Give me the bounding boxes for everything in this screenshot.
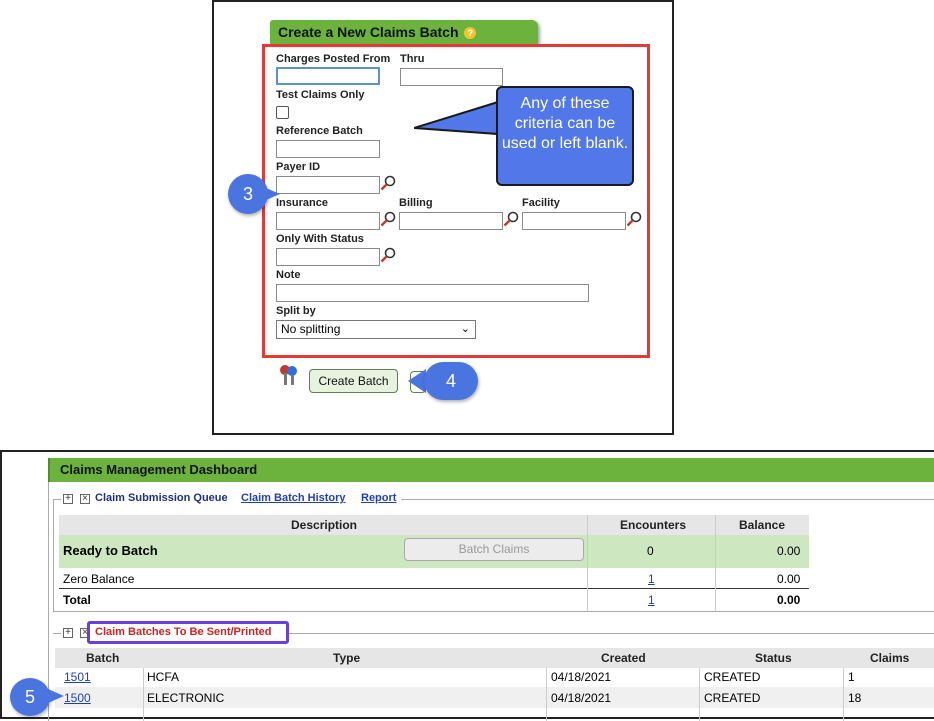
billing-label: Billing	[399, 197, 433, 209]
batch-claims-button-label: Batch Claims	[458, 542, 530, 556]
claim-batch-history-link[interactable]: Claim Batch History	[241, 492, 346, 504]
reference-batch-input[interactable]	[276, 140, 380, 158]
batch-1501-type: HCFA	[147, 670, 180, 684]
close-queue-icon[interactable]: ×	[80, 494, 90, 504]
batches-header-row	[55, 648, 934, 668]
create-batch-button-label: Create Batch	[318, 374, 389, 388]
facility-input[interactable]	[522, 212, 626, 230]
ready-encounters: 0	[647, 544, 654, 558]
test-claims-only-checkbox[interactable]	[276, 106, 289, 119]
queue-col-divider-2	[715, 515, 716, 611]
create-batch-title: Create a New Claims Batch ?	[270, 20, 538, 44]
callout-pointer	[414, 100, 500, 136]
dashboard-title-text: Claims Management Dashboard	[60, 462, 258, 477]
ready-balance: 0.00	[777, 544, 801, 558]
billing-input[interactable]	[399, 212, 503, 230]
help-icon[interactable]: ?	[464, 27, 477, 40]
batches-header-type: Type	[333, 651, 361, 665]
batch-1501-created: 04/18/2021	[551, 670, 612, 684]
payer-id-search-icon[interactable]	[380, 175, 396, 191]
step-badge-5-text: 5	[24, 687, 35, 707]
step-badge-4-text: 4	[445, 371, 456, 391]
batches-header-status: Status	[755, 651, 792, 665]
chevron-down-icon: ⌄	[460, 323, 470, 335]
charges-posted-from-input[interactable]	[276, 67, 380, 85]
only-with-status-label: Only With Status	[276, 233, 364, 245]
step-badge-3: 3	[228, 174, 268, 214]
facility-label: Facility	[522, 197, 560, 209]
thru-input[interactable]	[400, 68, 503, 86]
queue-header-row	[59, 515, 809, 535]
payer-id-input[interactable]	[276, 176, 380, 194]
note-input[interactable]	[276, 284, 589, 302]
total-balance: 0.00	[777, 593, 801, 607]
step-badge-5: 5	[10, 678, 50, 716]
batch-1500-created: 04/18/2021	[551, 691, 612, 705]
queue-col-divider-1	[587, 515, 588, 611]
batches-col-divider-4	[843, 668, 844, 721]
keys-icon	[280, 365, 297, 385]
batches-header-created: Created	[601, 651, 646, 665]
split-by-select[interactable]: No splitting ⌄	[276, 320, 476, 339]
create-batch-title-text: Create a New Claims Batch	[278, 24, 459, 40]
batches-fieldset-right	[289, 633, 934, 634]
batches-col-divider-1	[143, 668, 144, 721]
create-batch-panel: Create a New Claims Batch ? Charges Post…	[212, 0, 674, 435]
step-badge-3-text: 3	[242, 184, 253, 204]
split-by-label: Split by	[276, 305, 316, 317]
badge-5-pointer	[48, 689, 64, 703]
queue-header-encounters: Encounters	[620, 518, 687, 532]
test-claims-only-label: Test Claims Only	[276, 89, 365, 101]
queue-header-balance: Balance	[739, 518, 786, 532]
batch-1500-type: ELECTRONIC	[147, 691, 225, 705]
payer-id-label: Payer ID	[276, 161, 321, 173]
insurance-label: Insurance	[276, 197, 328, 209]
batches-header-claims: Claims	[870, 651, 910, 665]
report-link[interactable]: Report	[361, 492, 396, 504]
batches-header-batch: Batch	[86, 651, 120, 665]
charges-posted-from-label: Charges Posted From	[276, 53, 391, 65]
ready-to-batch-label: Ready to Batch	[63, 543, 158, 558]
insurance-search-icon[interactable]	[380, 211, 396, 227]
zero-balance-balance: 0.00	[777, 572, 801, 586]
split-by-selected: No splitting	[281, 322, 341, 336]
total-label: Total	[63, 593, 91, 607]
create-batch-button[interactable]: Create Batch	[309, 369, 398, 393]
step-badge-4: 4	[424, 362, 478, 400]
batches-col-divider-2	[546, 668, 547, 721]
expand-batches-icon[interactable]: +	[63, 628, 73, 638]
thru-label: Thru	[400, 53, 425, 65]
batches-col-divider-3	[699, 668, 700, 721]
only-with-status-input[interactable]	[276, 248, 380, 266]
criteria-callout: Any of these criteria can be used or lef…	[496, 86, 634, 186]
batches-title: Claim Batches To Be Sent/Printed	[95, 626, 272, 638]
reference-batch-label: Reference Batch	[276, 125, 363, 137]
insurance-input[interactable]	[276, 212, 380, 230]
note-label: Note	[276, 269, 301, 281]
expand-queue-icon[interactable]: +	[63, 494, 73, 504]
total-divider	[59, 588, 809, 589]
batch-1501-claims: 1	[848, 670, 855, 684]
batch-claims-button[interactable]: Batch Claims	[404, 538, 584, 561]
facility-search-icon[interactable]	[626, 211, 642, 227]
claims-dashboard-panel: Claims Management Dashboard + × Claim Su…	[0, 450, 934, 721]
billing-search-icon[interactable]	[503, 211, 519, 227]
batch-1500-link[interactable]: 1500	[64, 691, 91, 705]
zero-balance-label: Zero Balance	[63, 572, 135, 586]
total-encounters-link[interactable]: 1	[648, 593, 655, 607]
badge-3-pointer	[266, 188, 280, 200]
dashboard-content: + × Claim Submission Queue Claim Batch H…	[48, 482, 934, 721]
batch-1501-link[interactable]: 1501	[64, 670, 91, 684]
batch-1500-status: CREATED	[704, 691, 761, 705]
zero-balance-encounters-link[interactable]: 1	[648, 572, 655, 586]
status-search-icon[interactable]	[380, 247, 396, 263]
callout-text: Any of these criteria can be used or lef…	[501, 95, 629, 152]
batch-1501-status: CREATED	[704, 670, 761, 684]
batch-1500-claims: 18	[848, 691, 862, 705]
queue-header-description: Description	[291, 518, 358, 532]
batches-fieldset-left	[53, 633, 61, 634]
queue-title: Claim Submission Queue	[95, 492, 228, 504]
dashboard-title: Claims Management Dashboard	[48, 458, 934, 482]
